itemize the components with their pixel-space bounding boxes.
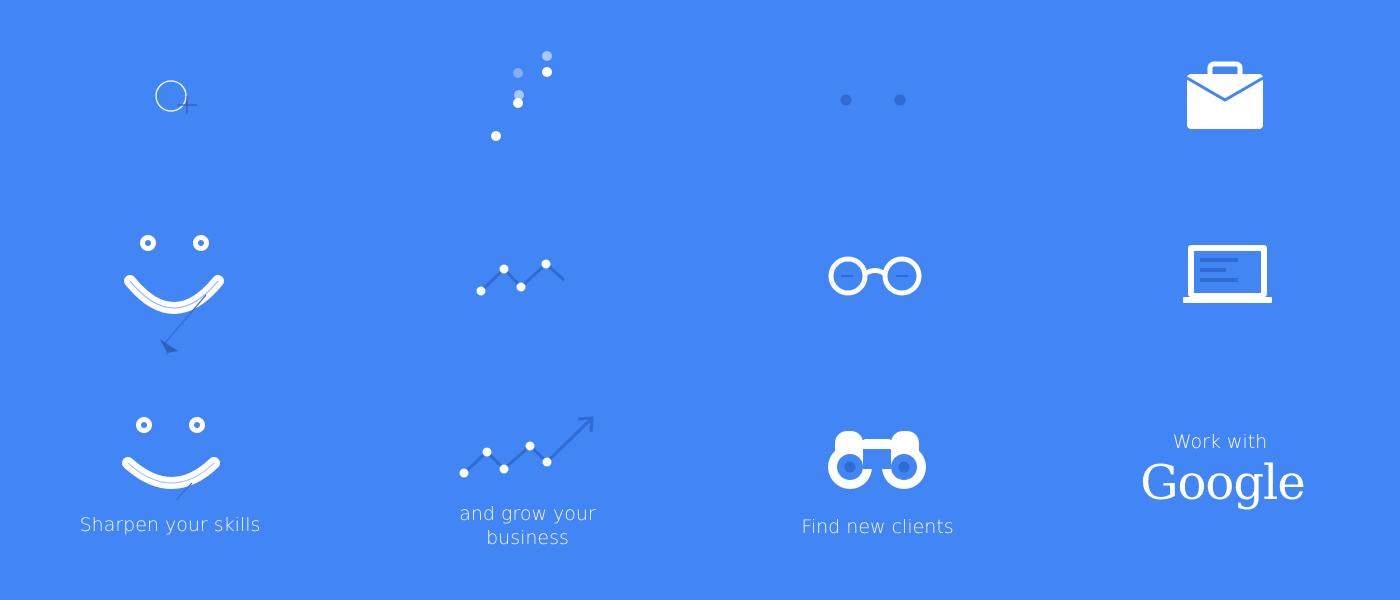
laptop-icon	[1183, 245, 1272, 303]
caption-grow-business-line1: and grow your	[459, 503, 596, 525]
caption-grow-business: and grow your business	[410, 502, 645, 550]
briefcase-icon	[1186, 61, 1264, 129]
caption-find-clients: Find new clients	[801, 516, 954, 538]
glasses-icon	[828, 256, 922, 296]
caption-grow-business-line2: business	[486, 527, 569, 549]
two-dots-icon	[840, 94, 906, 106]
binoculars-icon	[828, 431, 926, 489]
animation-frames-grid: Sharpen your skills and grow your busine…	[0, 0, 1400, 600]
trending-up-chart-icon	[459, 416, 594, 478]
smiley-face-icon	[122, 417, 220, 501]
circle-plus-cursor-icon	[155, 80, 197, 114]
scattered-dots-icon	[491, 51, 552, 141]
caption-sharpen-skills: Sharpen your skills	[79, 514, 261, 536]
google-wordmark: Google	[1140, 455, 1306, 511]
zigzag-line-chart-icon	[476, 259, 565, 296]
smiley-face-drawing-icon	[124, 235, 224, 355]
work-with-label: Work with	[1172, 431, 1268, 453]
